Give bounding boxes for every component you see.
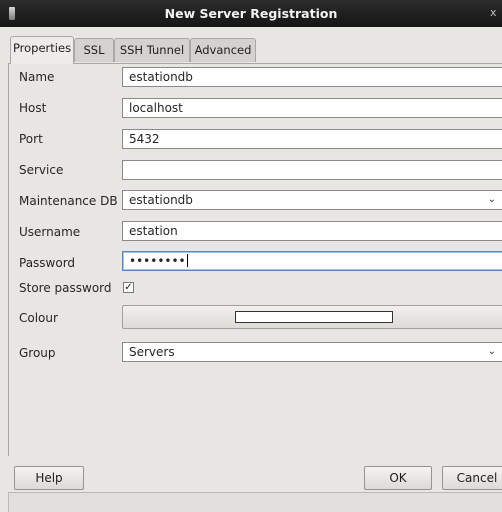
maintenance-db-value: estationdb [129, 193, 193, 207]
window-title: New Server Registration [164, 6, 338, 21]
password-label: Password [19, 256, 76, 270]
tab-advanced[interactable]: Advanced [190, 38, 256, 62]
host-input[interactable]: localhost [122, 98, 502, 118]
port-label: Port [19, 132, 43, 146]
service-input[interactable] [122, 160, 502, 180]
group-value: Servers [129, 345, 175, 359]
cancel-button[interactable]: Cancel [442, 466, 502, 490]
store-password-label: Store password [19, 281, 112, 295]
window-titlebar[interactable]: New Server Registration x [0, 0, 502, 27]
chevron-down-icon[interactable]: ⌄ [488, 191, 496, 209]
port-input[interactable]: 5432 [122, 129, 502, 149]
store-password-checkbox[interactable]: ✓ [123, 282, 134, 293]
maintenance-db-select[interactable]: estationdb ⌄ [122, 190, 502, 210]
text-caret [186, 254, 188, 267]
host-label: Host [19, 101, 47, 115]
service-label: Service [19, 163, 64, 177]
help-button[interactable]: Help [14, 466, 84, 490]
status-bar [8, 492, 502, 512]
close-icon[interactable]: x [490, 6, 497, 19]
colour-picker-button[interactable] [122, 305, 502, 329]
colour-label: Colour [19, 311, 58, 325]
username-label: Username [19, 225, 81, 239]
group-label: Group [19, 346, 56, 360]
name-label: Name [19, 70, 55, 84]
group-select[interactable]: Servers ⌄ [122, 342, 502, 362]
tab-ssh-tunnel[interactable]: SSH Tunnel [114, 38, 190, 62]
password-input[interactable]: •••••••• [122, 251, 502, 271]
maintenance-db-label: Maintenance DB [19, 194, 118, 208]
name-input[interactable]: estationdb [122, 67, 502, 87]
tab-properties[interactable]: Properties [10, 36, 74, 64]
tab-ssl[interactable]: SSL [74, 38, 114, 62]
checkmark-icon: ✓ [124, 282, 133, 293]
chevron-down-icon[interactable]: ⌄ [488, 343, 496, 361]
colour-swatch [235, 311, 393, 323]
username-input[interactable]: estation [122, 221, 502, 241]
password-value: •••••••• [129, 254, 186, 268]
ok-button[interactable]: OK [364, 466, 432, 490]
